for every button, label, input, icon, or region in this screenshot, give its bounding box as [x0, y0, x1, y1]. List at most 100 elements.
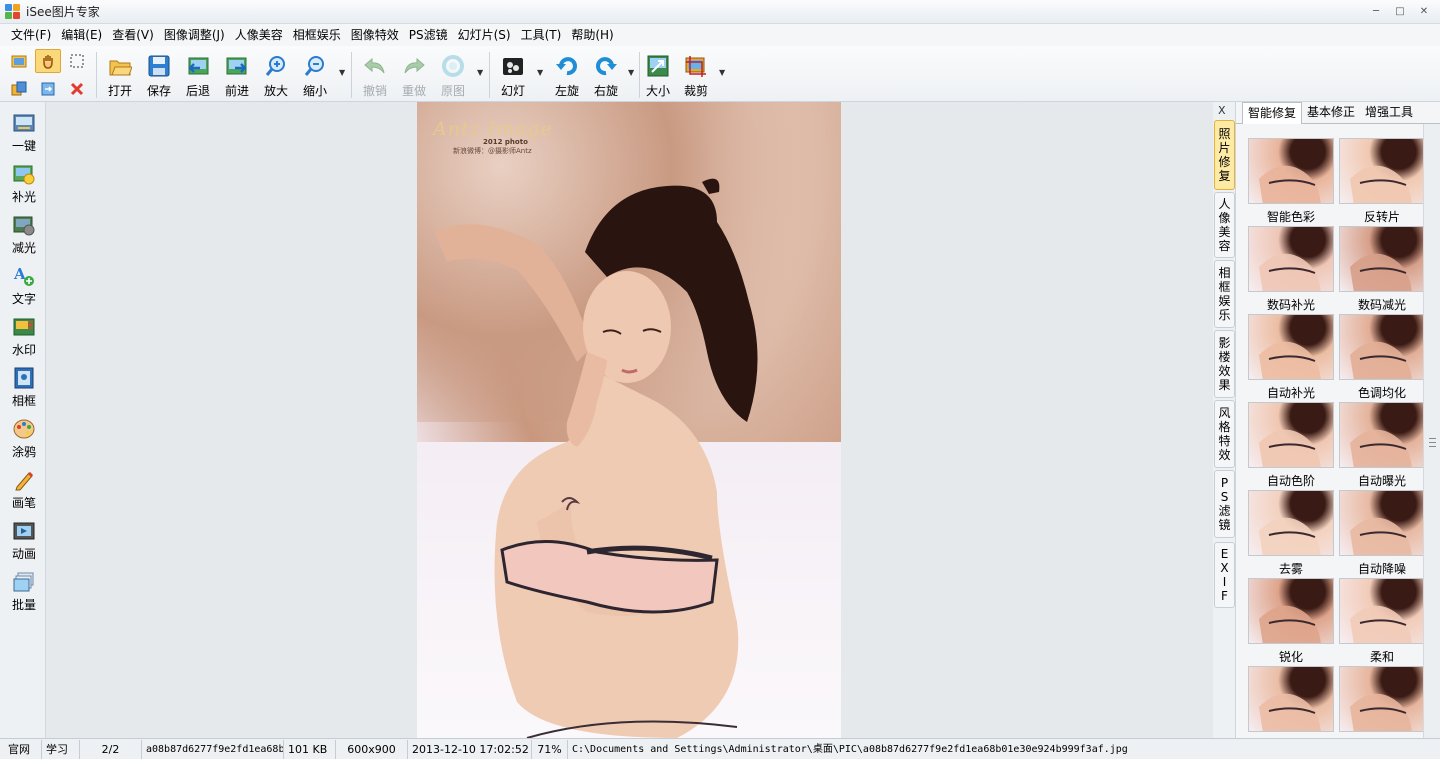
zoom-in-button[interactable]: 放大: [257, 52, 295, 100]
tab-enhance-tools[interactable]: 增强工具: [1360, 102, 1418, 124]
minimize-button[interactable]: ─: [1366, 4, 1386, 20]
move-image-icon: [41, 82, 55, 96]
slideshow-button[interactable]: 幻灯: [494, 52, 532, 100]
effect-thumb-5[interactable]: 自动补光: [1248, 314, 1334, 400]
effect-thumb-12[interactable]: 柔和: [1339, 578, 1425, 664]
resize-button[interactable]: 大小: [639, 52, 677, 100]
slideshow-dropdown-arrow[interactable]: ▼: [537, 68, 543, 77]
select-tool-button[interactable]: [64, 49, 90, 73]
menu-slideshow[interactable]: 幻灯片(S): [453, 24, 516, 46]
zoom-out-button[interactable]: 缩小: [296, 52, 334, 100]
menu-tools[interactable]: 工具(T): [516, 24, 567, 46]
back-button[interactable]: 后退: [179, 52, 217, 100]
close-button[interactable]: ✕: [1414, 4, 1434, 20]
hand-tool-button[interactable]: [35, 49, 61, 73]
effect-preview-image: [1248, 666, 1334, 732]
maximize-button[interactable]: □: [1390, 4, 1410, 20]
forward-button[interactable]: 前进: [218, 52, 256, 100]
menu-ps-filters[interactable]: PS滤镜: [404, 24, 453, 46]
status-filename: a08b87d6277f9e2fd1ea68b: [142, 739, 284, 759]
effect-thumb-1[interactable]: 智能色彩: [1248, 138, 1334, 224]
official-site-link[interactable]: 官网: [0, 739, 42, 759]
menu-help[interactable]: 帮助(H): [566, 24, 618, 46]
rotate-left-button[interactable]: 左旋: [548, 52, 586, 100]
vtab-exif[interactable]: EXIF: [1214, 542, 1235, 608]
vtab-frames-fun[interactable]: 相框娱乐: [1214, 260, 1235, 328]
crop-dropdown-arrow[interactable]: ▼: [719, 68, 725, 77]
effect-label: 色调均化: [1357, 386, 1406, 400]
vtab-studio-effects[interactable]: 影楼效果: [1214, 330, 1235, 398]
image-canvas[interactable]: Antz Image 2012 photo 新浪微博：@摄影师Antz: [46, 102, 1213, 738]
animation-film-icon: [13, 520, 35, 542]
delete-button[interactable]: [64, 77, 90, 101]
effect-label: 去雾: [1278, 562, 1303, 576]
effect-preview-image: [1248, 314, 1334, 380]
frame-button[interactable]: 相框: [4, 363, 44, 411]
redo-button[interactable]: 重做: [395, 52, 433, 100]
doodle-button[interactable]: 涂鸦: [4, 414, 44, 462]
menu-image-adjust[interactable]: 图像调整(J): [159, 24, 230, 46]
learn-link[interactable]: 学习: [42, 739, 80, 759]
effect-thumb-6[interactable]: 色调均化: [1339, 314, 1425, 400]
effect-preview-image: [1248, 402, 1334, 468]
brush-button[interactable]: 画笔: [4, 465, 44, 513]
effect-thumb-3[interactable]: 数码补光: [1248, 226, 1334, 312]
one-click-button[interactable]: 一键: [4, 108, 44, 156]
menu-effects[interactable]: 图像特效: [346, 24, 404, 46]
vtab-portrait-beauty[interactable]: 人像美容: [1214, 192, 1235, 258]
original-button[interactable]: 原图: [434, 52, 472, 100]
effect-thumb-4[interactable]: 数码减光: [1339, 226, 1425, 312]
effect-thumb-9[interactable]: 去雾: [1248, 490, 1334, 576]
menu-file[interactable]: 文件(F): [6, 24, 56, 46]
reduce-light-icon: [13, 214, 35, 236]
menu-frames[interactable]: 相框娱乐: [288, 24, 346, 46]
mini-tool-grid: [6, 49, 94, 99]
batch-button[interactable]: 批量: [4, 567, 44, 615]
watermark-button[interactable]: 水印: [4, 312, 44, 360]
save-button[interactable]: 保存: [140, 52, 178, 100]
effect-label: 柔和: [1369, 650, 1394, 664]
effect-thumb-11[interactable]: 锐化: [1248, 578, 1334, 664]
effect-thumb-10[interactable]: 自动降噪: [1339, 490, 1425, 576]
status-file-path: C:\Documents and Settings\Administrator\…: [572, 743, 1128, 755]
zoom-dropdown-arrow[interactable]: ▼: [339, 68, 345, 77]
zoom-in-icon: [264, 54, 288, 78]
effect-thumb-2[interactable]: 反转片: [1339, 138, 1425, 224]
copy-image-button[interactable]: [6, 77, 32, 101]
rotate-dropdown-arrow[interactable]: ▼: [628, 68, 634, 77]
effect-label: 数码补光: [1266, 298, 1315, 312]
fill-light-button[interactable]: 补光: [4, 159, 44, 207]
menu-bar: 文件(F) 编辑(E) 查看(V) 图像调整(J) 人像美容 相框娱乐 图像特效…: [0, 24, 1440, 46]
panel-scrollbar[interactable]: [1423, 124, 1440, 738]
effect-label: 数码减光: [1357, 298, 1406, 312]
menu-view[interactable]: 查看(V): [107, 24, 159, 46]
effect-preview-image: [1339, 490, 1425, 556]
vtab-style-effects[interactable]: 风格特效: [1214, 400, 1235, 468]
browse-folder-button[interactable]: [6, 49, 32, 73]
vtab-photo-repair[interactable]: 照片修复: [1214, 120, 1235, 190]
tab-smart-repair[interactable]: 智能修复: [1242, 102, 1303, 124]
close-panel-button[interactable]: X: [1218, 104, 1226, 117]
crop-button[interactable]: 裁剪: [677, 52, 715, 100]
fill-light-icon: [13, 163, 35, 185]
open-button[interactable]: 打开: [101, 52, 139, 100]
tab-basic-correction[interactable]: 基本修正: [1302, 102, 1360, 124]
watermark-icon: [13, 316, 35, 338]
portrait-figure: [435, 178, 758, 738]
rotate-left-icon: [555, 54, 579, 78]
effect-thumb-7[interactable]: 自动色阶: [1248, 402, 1334, 488]
vtab-ps-filters[interactable]: PS滤镜: [1214, 470, 1235, 538]
rotate-right-button[interactable]: 右旋: [587, 52, 625, 100]
reduce-light-button[interactable]: 减光: [4, 210, 44, 258]
menu-portrait[interactable]: 人像美容: [230, 24, 288, 46]
one-click-fix-icon: [13, 112, 35, 134]
move-image-button[interactable]: [35, 77, 61, 101]
menu-edit[interactable]: 编辑(E): [56, 24, 107, 46]
original-dropdown-arrow[interactable]: ▼: [477, 68, 483, 77]
text-button[interactable]: A 文字: [4, 261, 44, 309]
effect-preview-image: [1339, 226, 1425, 292]
undo-button[interactable]: 撤销: [356, 52, 394, 100]
effect-thumb-8[interactable]: 自动曝光: [1339, 402, 1425, 488]
status-datetime: 2013-12-10 17:02:52: [408, 739, 532, 759]
animation-button[interactable]: 动画: [4, 516, 44, 564]
